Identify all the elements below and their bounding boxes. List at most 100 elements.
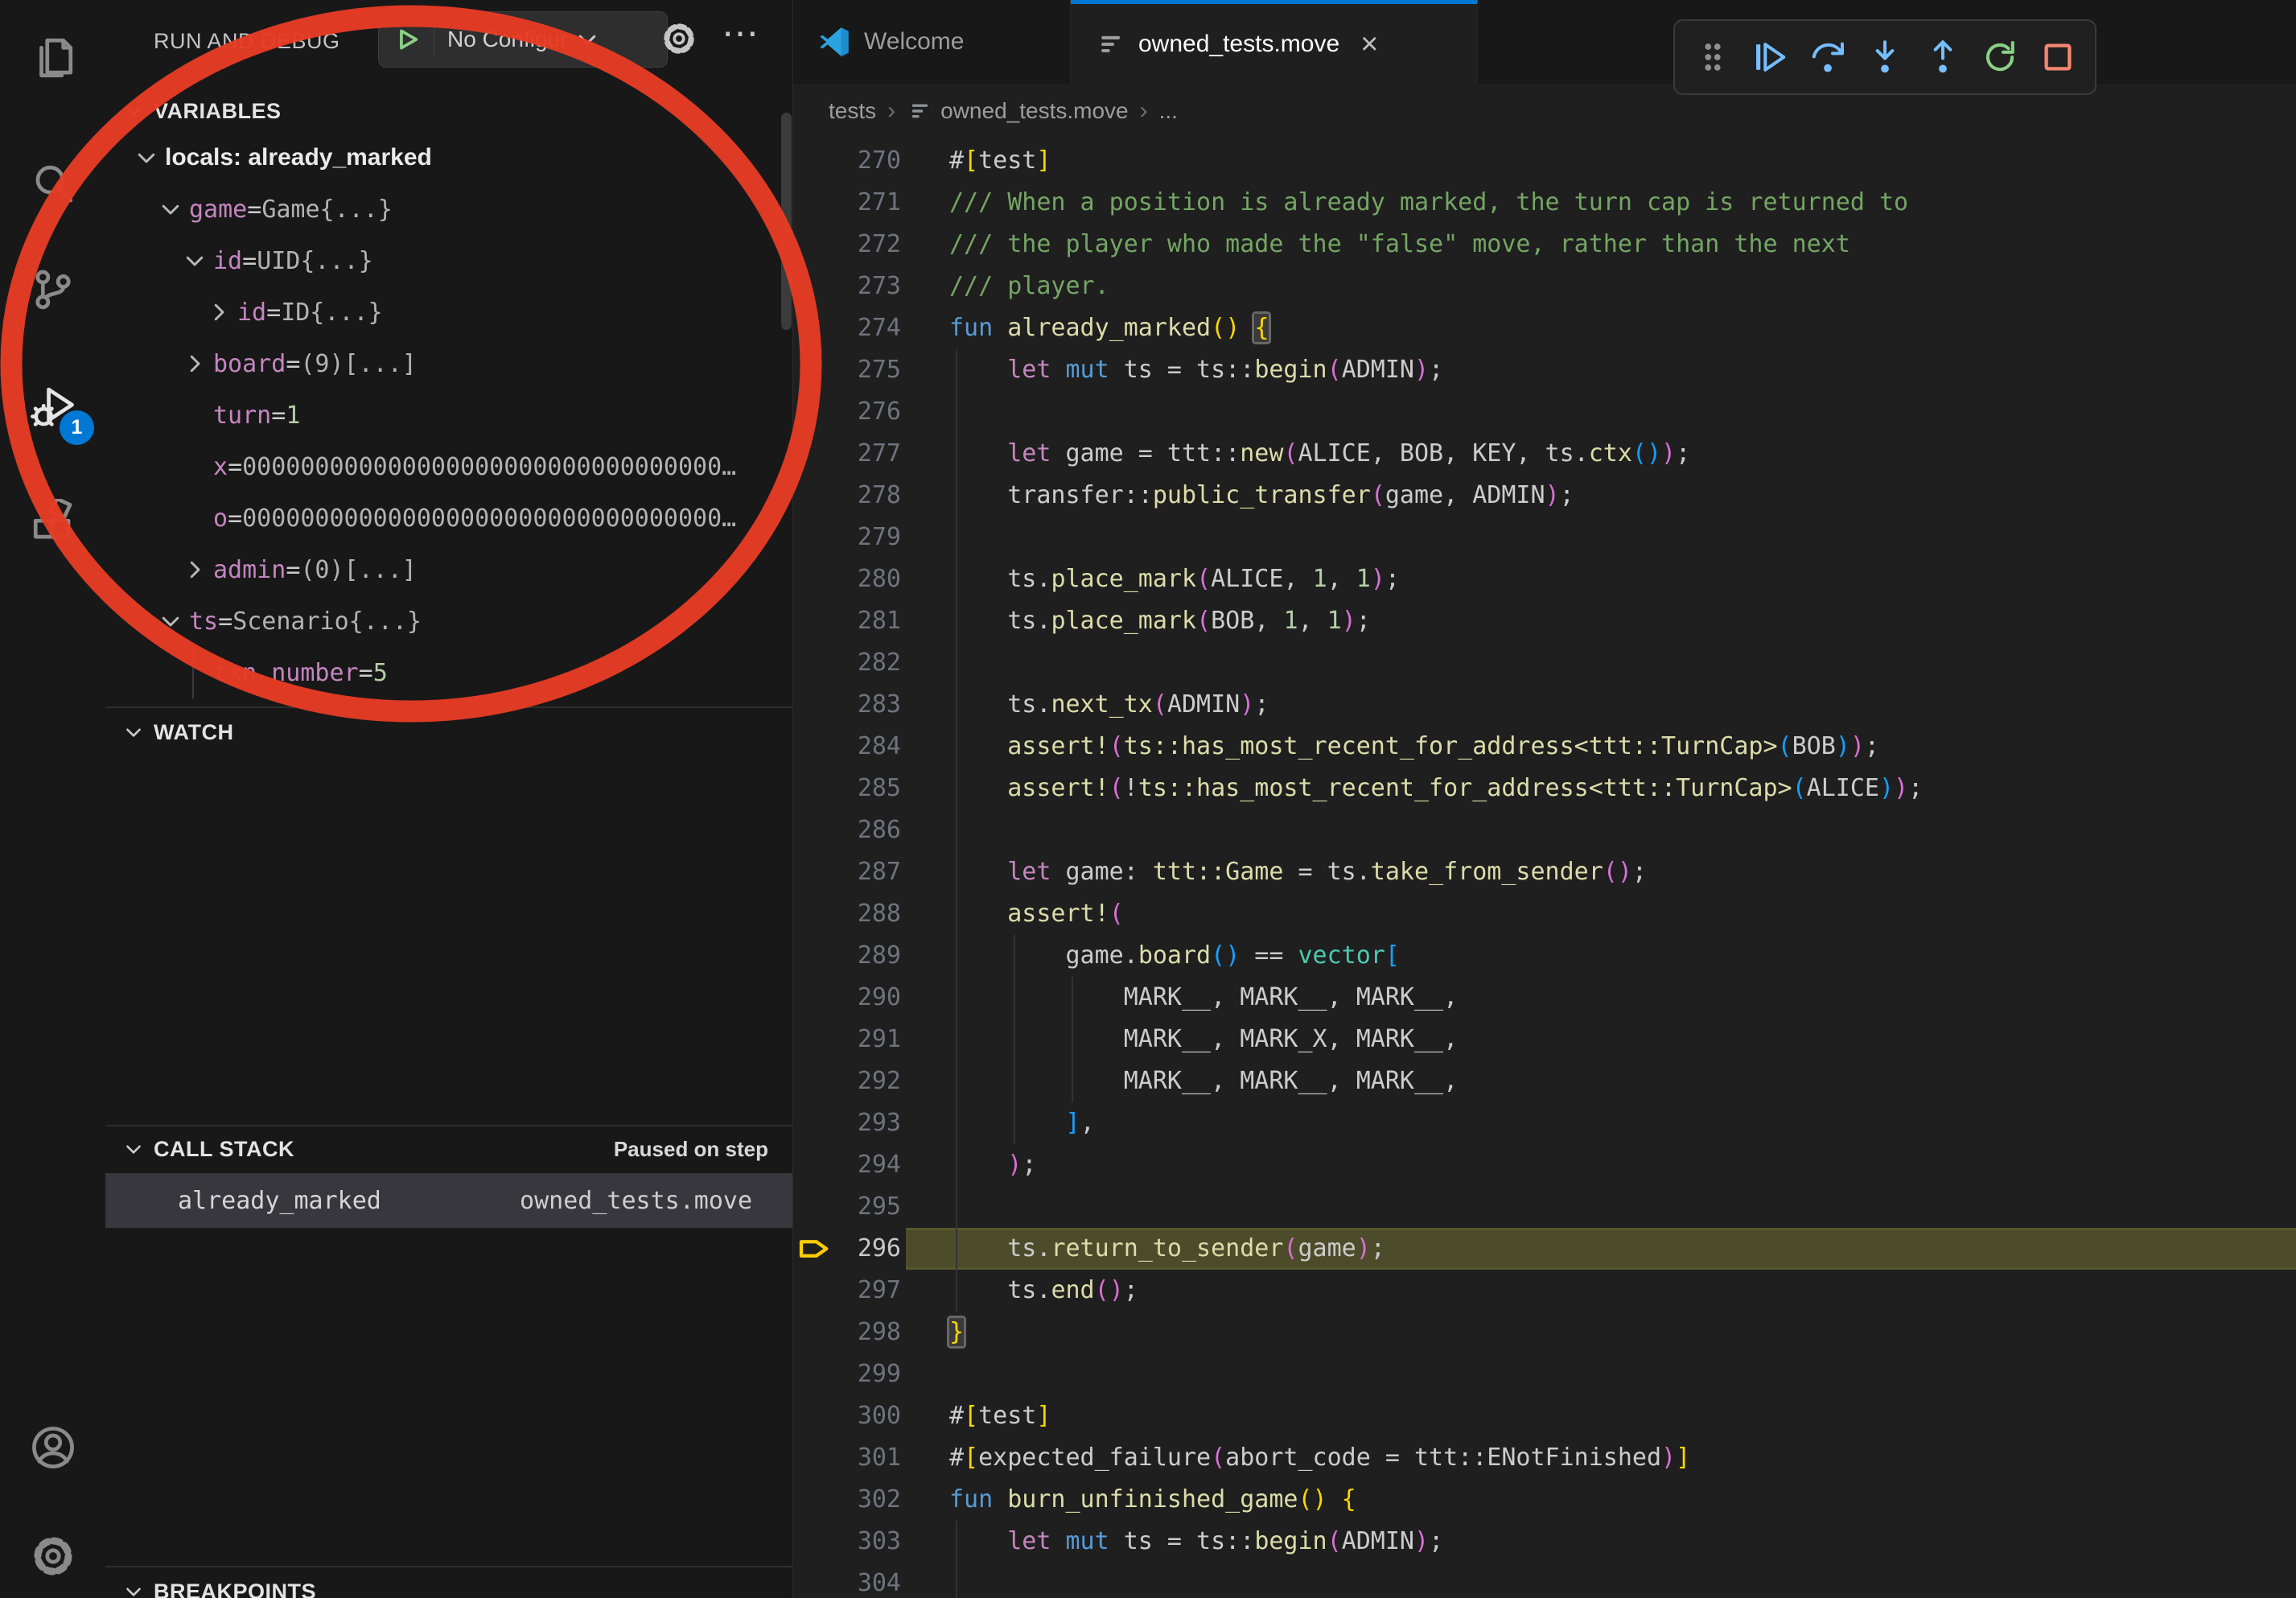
code-line-272[interactable]: 272/// the player who made the "false" m… — [793, 224, 2296, 266]
activitybar-run-and-debug[interactable]: 1 — [0, 358, 105, 453]
code-line-295[interactable]: 295 — [793, 1186, 2296, 1228]
step-out-button[interactable] — [1923, 37, 1963, 77]
line-number[interactable]: 286 — [817, 809, 901, 851]
line-number[interactable]: 290 — [817, 977, 901, 1019]
code-line-273[interactable]: 273/// player. — [793, 266, 2296, 307]
code-line-299[interactable]: 299 — [793, 1353, 2296, 1395]
code-line-302[interactable]: 302fun burn_unfinished_game() { — [793, 1479, 2296, 1521]
chevron-right-icon[interactable] — [183, 558, 207, 582]
code-line-291[interactable]: 291 MARK__, MARK_X, MARK__, — [793, 1019, 2296, 1061]
variable-row-id[interactable]: id = UID{...} — [105, 235, 792, 286]
code-line-276[interactable]: 276 — [793, 391, 2296, 433]
activitybar-settings[interactable] — [0, 1509, 105, 1598]
variable-row-locals[interactable]: locals: already_marked — [105, 132, 792, 183]
breakpoints-section-header[interactable]: BREAKPOINTS — [105, 1571, 792, 1598]
code-line-282[interactable]: 282 — [793, 642, 2296, 684]
call-stack-frame[interactable]: already_marked owned_tests.move — [105, 1173, 792, 1228]
line-number[interactable]: 295 — [817, 1186, 901, 1228]
line-number[interactable]: 301 — [817, 1437, 901, 1479]
line-number[interactable]: 287 — [817, 851, 901, 893]
gear-icon[interactable] — [660, 20, 697, 57]
code-line-297[interactable]: 297 ts.end(); — [793, 1270, 2296, 1312]
line-number[interactable]: 281 — [817, 600, 901, 642]
line-number[interactable]: 277 — [817, 433, 901, 475]
code-line-304[interactable]: 304 — [793, 1563, 2296, 1598]
line-number[interactable]: 274 — [817, 307, 901, 349]
stop-button[interactable] — [2038, 37, 2078, 77]
continue-button[interactable] — [1750, 37, 1790, 77]
call-stack-section-header[interactable]: CALL STACK Paused on step — [105, 1128, 792, 1170]
code-line-290[interactable]: 290 MARK__, MARK__, MARK__, — [793, 977, 2296, 1019]
code-line-277[interactable]: 277 let game = ttt::new(ALICE, BOB, KEY,… — [793, 433, 2296, 475]
code-line-288[interactable]: 288 assert!( — [793, 893, 2296, 935]
line-number[interactable]: 283 — [817, 684, 901, 726]
activitybar-explorer[interactable] — [0, 10, 105, 105]
code-line-280[interactable]: 280 ts.place_mark(ALICE, 1, 1); — [793, 558, 2296, 600]
variable-row-board[interactable]: board = (9)[...] — [105, 338, 792, 389]
line-number[interactable]: 292 — [817, 1061, 901, 1102]
chevron-down-icon[interactable] — [158, 609, 183, 633]
activitybar-search[interactable] — [0, 137, 105, 232]
variable-row-id[interactable]: id = ID{...} — [105, 286, 792, 338]
code-line-286[interactable]: 286 — [793, 809, 2296, 851]
variables-section-header[interactable]: VARIABLES — [105, 90, 792, 132]
line-number[interactable]: 304 — [817, 1563, 901, 1598]
line-number[interactable]: 278 — [817, 475, 901, 517]
line-number[interactable]: 289 — [817, 935, 901, 977]
variable-row-txn_number[interactable]: txn_number = 5 — [105, 647, 792, 698]
sidebar-scrollbar[interactable] — [781, 113, 792, 330]
line-number[interactable]: 280 — [817, 558, 901, 600]
code-line-298[interactable]: 298} — [793, 1312, 2296, 1353]
step-into-button[interactable] — [1865, 37, 1905, 77]
line-number[interactable]: 294 — [817, 1144, 901, 1186]
line-number[interactable]: 291 — [817, 1019, 901, 1061]
line-number[interactable]: 288 — [817, 893, 901, 935]
line-number[interactable]: 270 — [817, 140, 901, 182]
line-number[interactable]: 275 — [817, 349, 901, 391]
line-number[interactable]: 276 — [817, 391, 901, 433]
activitybar-extensions[interactable] — [0, 475, 105, 570]
line-number[interactable]: 285 — [817, 768, 901, 809]
variable-row-x[interactable]: x = 000000000000000000000000000000000… — [105, 441, 792, 492]
code-line-279[interactable]: 279 — [793, 517, 2296, 558]
code-line-293[interactable]: 293 ], — [793, 1102, 2296, 1144]
line-number[interactable]: 284 — [817, 726, 901, 768]
chevron-down-icon[interactable] — [183, 249, 207, 273]
line-number[interactable]: 303 — [817, 1521, 901, 1563]
code-line-300[interactable]: 300#[test] — [793, 1395, 2296, 1437]
step-over-button[interactable] — [1808, 37, 1848, 77]
chevron-right-icon[interactable] — [183, 352, 207, 376]
chevron-down-icon[interactable] — [158, 197, 183, 221]
more-actions-icon[interactable]: ⋯ — [722, 11, 759, 55]
line-number[interactable]: 271 — [817, 182, 901, 224]
line-number[interactable]: 296 — [817, 1228, 901, 1270]
chevron-down-icon[interactable] — [134, 146, 158, 170]
code-line-284[interactable]: 284 assert!(ts::has_most_recent_for_addr… — [793, 726, 2296, 768]
code-line-278[interactable]: 278 transfer::public_transfer(game, ADMI… — [793, 475, 2296, 517]
code-line-283[interactable]: 283 ts.next_tx(ADMIN); — [793, 684, 2296, 726]
chevron-right-icon[interactable] — [207, 300, 231, 324]
variable-row-game[interactable]: game = Game{...} — [105, 183, 792, 235]
variable-row-o[interactable]: o = 000000000000000000000000000000000… — [105, 492, 792, 544]
start-debug-icon[interactable] — [393, 26, 421, 53]
code-line-271[interactable]: 271/// When a position is already marked… — [793, 182, 2296, 224]
variable-row-turn[interactable]: turn = 1 — [105, 389, 792, 441]
line-number[interactable]: 273 — [817, 266, 901, 307]
line-number[interactable]: 279 — [817, 517, 901, 558]
code-line-287[interactable]: 287 let game: ttt::Game = ts.take_from_s… — [793, 851, 2296, 893]
code-line-294[interactable]: 294 ); — [793, 1144, 2296, 1186]
line-number[interactable]: 297 — [817, 1270, 901, 1312]
watch-section-header[interactable]: WATCH — [105, 711, 792, 753]
line-number[interactable]: 298 — [817, 1312, 901, 1353]
line-number[interactable]: 300 — [817, 1395, 901, 1437]
variable-row-admin[interactable]: admin = (0)[...] — [105, 544, 792, 595]
code-line-292[interactable]: 292 MARK__, MARK__, MARK__, — [793, 1061, 2296, 1102]
code-line-289[interactable]: 289 game.board() == vector[ — [793, 935, 2296, 977]
line-number[interactable]: 282 — [817, 642, 901, 684]
code-line-270[interactable]: 270#[test] — [793, 140, 2296, 182]
line-number[interactable]: 272 — [817, 224, 901, 266]
code-line-296[interactable]: 296 ts.return_to_sender(game); — [793, 1228, 2296, 1270]
variable-row-ts[interactable]: ts = Scenario{...} — [105, 595, 792, 647]
code-line-301[interactable]: 301#[expected_failure(abort_code = ttt::… — [793, 1437, 2296, 1479]
code-line-275[interactable]: 275 let mut ts = ts::begin(ADMIN); — [793, 349, 2296, 391]
